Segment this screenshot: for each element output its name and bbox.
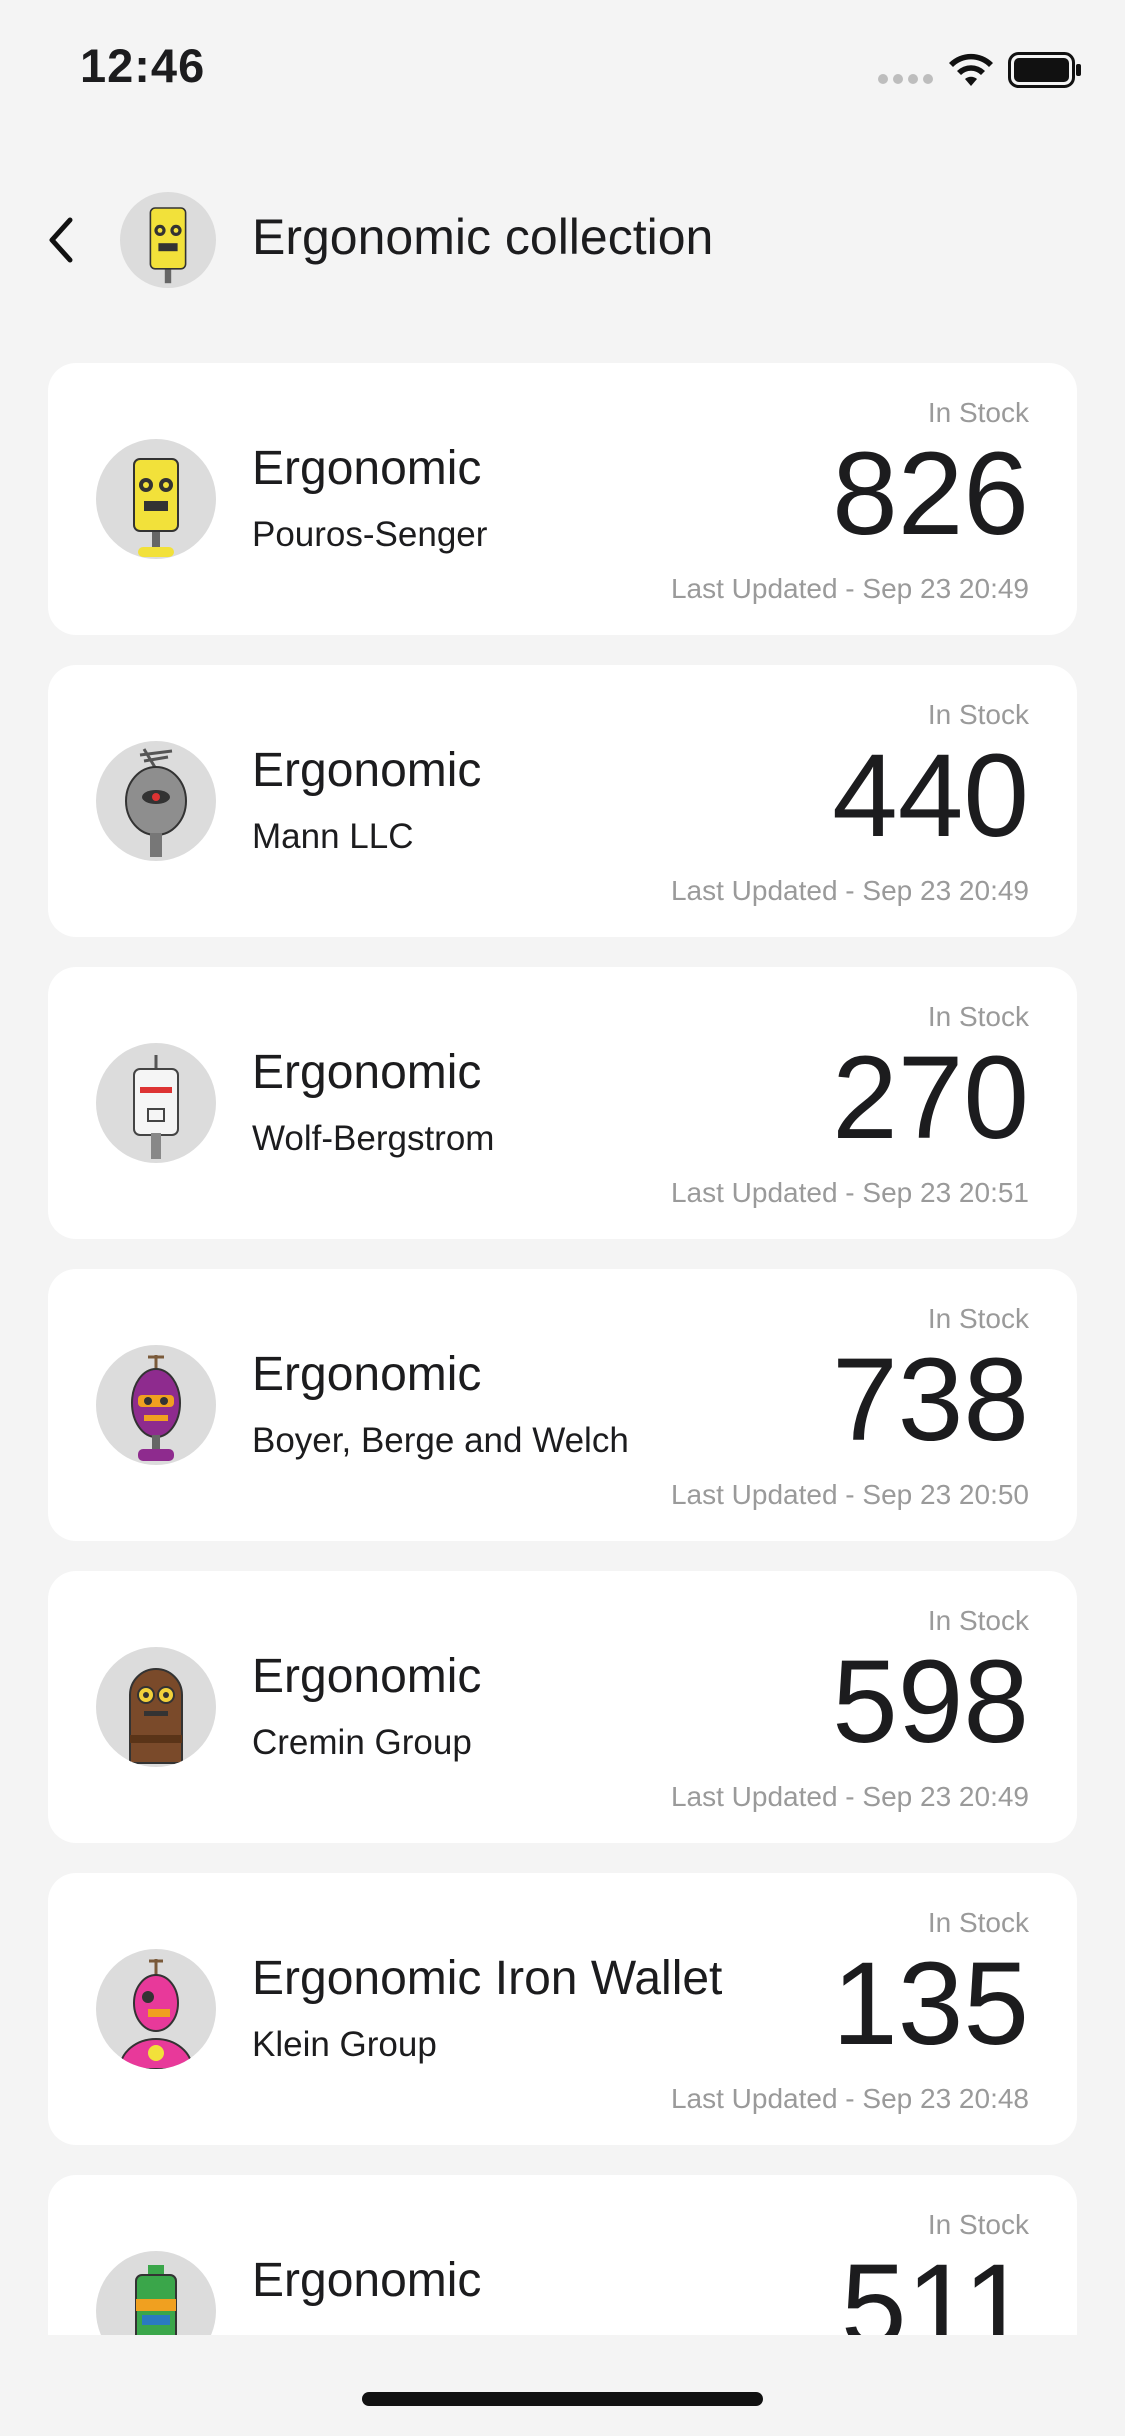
avatar <box>96 439 216 559</box>
pink-robot-icon <box>118 1959 194 2069</box>
collection-avatar <box>120 192 216 288</box>
last-updated: Last Updated - Sep 23 20:50 <box>670 1479 1029 1510</box>
last-updated: Last Updated - Sep 23 20:49 <box>670 573 1029 604</box>
green-robot-icon <box>135 2265 177 2335</box>
item-name: Ergonomic <box>252 1046 482 1099</box>
status-time: 12:46 <box>80 39 206 92</box>
stock-label: In Stock <box>927 1605 1029 1636</box>
stock-count: 135 <box>832 1938 1029 2070</box>
item-company: Cremin Group <box>252 1723 472 1762</box>
battery-icon <box>1008 52 1081 88</box>
list-item[interactable]: Ergonomic Mann LLC In Stock 440 Last Upd… <box>48 665 1077 937</box>
item-company: Pouros-Senger <box>252 515 488 554</box>
list-item[interactable]: Ergonomic Iron Wallet Klein Group In Sto… <box>48 1873 1077 2145</box>
back-chevron-icon[interactable] <box>40 210 80 270</box>
stock-count: 738 <box>832 1334 1029 1466</box>
purple-robot-icon <box>131 1355 181 1461</box>
list-item[interactable]: Ergonomic Pouros-Senger In Stock 826 Las… <box>48 363 1077 635</box>
avatar <box>96 2251 216 2335</box>
avatar <box>96 1345 216 1465</box>
stock-count: 440 <box>832 730 1029 862</box>
stock-count: 270 <box>832 1032 1029 1164</box>
list-item[interactable]: Ergonomic Boyer, Berge and Welch In Stoc… <box>48 1269 1077 1541</box>
yellow-robot-icon <box>149 207 187 284</box>
avatar <box>96 1043 216 1163</box>
white-robot-icon <box>133 1055 179 1159</box>
stock-label: In Stock <box>927 397 1029 428</box>
stock-count: 511 <box>840 2240 1029 2335</box>
item-name: Ergonomic Iron Wallet <box>252 1952 723 2005</box>
stock-count: 598 <box>832 1636 1029 1768</box>
last-updated: Last Updated - Sep 23 20:51 <box>670 1177 1029 1208</box>
list-item[interactable]: Ergonomic In Stock 511 <box>48 2175 1077 2335</box>
stock-count: 826 <box>832 428 1029 560</box>
item-name: Ergonomic <box>252 1348 482 1401</box>
last-updated: Last Updated - Sep 23 20:49 <box>670 875 1029 906</box>
avatar <box>96 1949 216 2069</box>
stock-list[interactable]: Ergonomic Pouros-Senger In Stock 826 Las… <box>0 360 1125 2335</box>
item-name: Ergonomic <box>252 442 482 495</box>
wifi-icon <box>949 53 993 86</box>
stock-label: In Stock <box>927 2209 1029 2240</box>
item-company: Klein Group <box>252 2025 437 2064</box>
status-bar: 12:46 <box>0 0 1125 130</box>
item-company: Mann LLC <box>252 817 414 856</box>
last-updated: Last Updated - Sep 23 20:48 <box>670 2083 1029 2114</box>
stock-label: In Stock <box>927 1907 1029 1938</box>
avatar <box>96 741 216 861</box>
list-item[interactable]: Ergonomic Cremin Group In Stock 598 Last… <box>48 1571 1077 1843</box>
gray-robot-icon <box>125 748 187 857</box>
last-updated: Last Updated - Sep 23 20:49 <box>670 1781 1029 1812</box>
brown-robot-icon <box>129 1668 183 1764</box>
page-title: Ergonomic collection <box>252 209 714 265</box>
cellular-signal-icon <box>878 74 934 86</box>
navigation-header: Ergonomic collection <box>0 180 1125 300</box>
yellow-robot-icon <box>133 458 179 557</box>
stock-label: In Stock <box>927 1303 1029 1334</box>
item-name: Ergonomic <box>252 744 482 797</box>
stock-label: In Stock <box>927 699 1029 730</box>
stock-label: In Stock <box>927 1001 1029 1032</box>
item-company: Boyer, Berge and Welch <box>252 1421 629 1460</box>
item-company: Wolf-Bergstrom <box>252 1119 495 1158</box>
list-item[interactable]: Ergonomic Wolf-Bergstrom In Stock 270 La… <box>48 967 1077 1239</box>
item-name: Ergonomic <box>252 2254 482 2307</box>
item-name: Ergonomic <box>252 1650 482 1703</box>
home-indicator[interactable] <box>362 2392 763 2406</box>
avatar <box>96 1647 216 1767</box>
